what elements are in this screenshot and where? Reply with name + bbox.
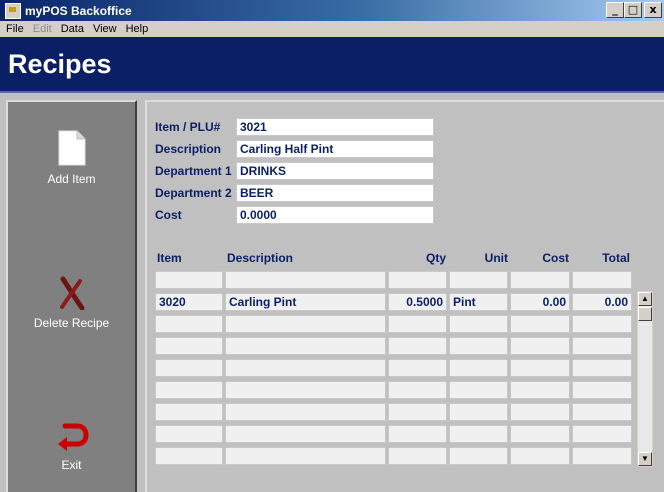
cell-unit[interactable] [449,425,508,443]
cell-item[interactable] [155,403,223,421]
cell-cost[interactable] [510,337,570,355]
cell-qty[interactable]: 0.5000 [388,293,447,311]
title-bar: myPOS Backoffice _ □ x [0,0,664,21]
department-2-label: Department 2 [155,186,232,200]
cell-unit[interactable] [449,381,508,399]
cell-description[interactable]: Carling Pint [225,293,386,311]
col-total-header: Total [602,251,630,265]
cost-field[interactable]: 0.0000 [236,206,434,224]
minimize-button[interactable]: _ [606,2,624,18]
sidebar: Add Item Delete Recipe Exit [6,100,137,492]
exit-label: Exit [61,458,82,472]
cell-qty[interactable] [388,337,447,355]
exit-button[interactable]: Exit [8,420,135,472]
cell-item[interactable] [155,315,223,333]
cell-qty[interactable] [388,425,447,443]
col-item-header: Item [157,251,182,265]
cell-unit[interactable]: Pint [449,293,508,311]
cell-description[interactable] [225,337,386,355]
cell-cost[interactable] [510,403,570,421]
add-item-label: Add Item [47,172,96,186]
menu-data[interactable]: Data [61,23,84,35]
cell-item[interactable] [155,381,223,399]
col-description-header: Description [227,251,294,265]
cell-unit[interactable] [449,271,508,289]
x-mark-icon [59,276,84,310]
scroll-up-button[interactable]: ▲ [638,292,652,306]
col-cost-header: Cost [542,251,569,265]
cell-unit[interactable] [449,447,508,465]
window-title: myPOS Backoffice [25,3,132,18]
page-title: Recipes [8,48,112,79]
cell-total[interactable] [572,403,632,421]
scroll-down-button[interactable]: ▼ [638,452,652,466]
menu-bar: File Edit Data View Help [0,21,664,37]
cell-description[interactable] [225,425,386,443]
scroll-thumb[interactable] [638,307,652,321]
cell-description[interactable] [225,315,386,333]
description-label: Description [155,142,222,156]
app-icon [5,2,21,19]
page-header: Recipes [0,37,664,93]
return-arrow-icon [57,423,89,451]
cell-item[interactable] [155,337,223,355]
cell-cost[interactable] [510,447,570,465]
table-scrollbar[interactable]: ▲ ▼ [637,291,653,467]
cell-qty[interactable] [388,381,447,399]
cell-description[interactable] [225,359,386,377]
col-qty-header: Qty [425,251,446,265]
menu-view[interactable]: View [93,23,117,35]
cell-description[interactable] [225,271,386,289]
cell-unit[interactable] [449,359,508,377]
cell-cost[interactable] [510,425,570,443]
description-field[interactable]: Carling Half Pint [236,140,434,158]
cell-qty[interactable] [388,271,447,289]
cell-qty[interactable] [388,315,447,333]
cell-total[interactable] [572,271,632,289]
cell-total[interactable] [572,315,632,333]
menu-edit[interactable]: Edit [33,23,52,35]
cell-cost[interactable] [510,381,570,399]
cell-qty[interactable] [388,447,447,465]
cell-qty[interactable] [388,359,447,377]
cell-description[interactable] [225,447,386,465]
cell-qty[interactable] [388,403,447,421]
cell-total[interactable] [572,447,632,465]
cell-item[interactable] [155,447,223,465]
delete-recipe-button[interactable]: Delete Recipe [8,276,135,330]
cost-label: Cost [155,208,182,222]
menu-file[interactable]: File [6,23,24,35]
menu-help[interactable]: Help [126,23,149,35]
cell-description[interactable] [225,403,386,421]
item-plu-label: Item / PLU# [155,120,221,134]
cell-unit[interactable] [449,337,508,355]
maximize-button[interactable]: □ [624,2,642,18]
close-button[interactable]: x [644,2,662,18]
cell-item[interactable] [155,359,223,377]
cell-cost[interactable] [510,359,570,377]
cell-total[interactable] [572,337,632,355]
cell-unit[interactable] [449,403,508,421]
add-item-button[interactable]: Add Item [8,130,135,186]
delete-recipe-label: Delete Recipe [33,316,110,330]
item-plu-field[interactable]: 3021 [236,118,434,136]
cell-cost[interactable] [510,315,570,333]
cell-total[interactable]: 0.00 [572,293,632,311]
department-2-field[interactable]: BEER [236,184,434,202]
cell-total[interactable] [572,425,632,443]
cell-total[interactable] [572,359,632,377]
cell-description[interactable] [225,381,386,399]
cell-item[interactable] [155,425,223,443]
window-controls: _ □ x [606,2,662,18]
cell-cost[interactable] [510,271,570,289]
cell-unit[interactable] [449,315,508,333]
col-unit-header: Unit [484,251,508,265]
document-icon [58,130,85,166]
cell-item[interactable]: 3020 [155,293,223,311]
department-1-label: Department 1 [155,164,232,178]
department-1-field[interactable]: DRINKS [236,162,434,180]
cell-item[interactable] [155,271,223,289]
cell-cost[interactable]: 0.00 [510,293,570,311]
cell-total[interactable] [572,381,632,399]
